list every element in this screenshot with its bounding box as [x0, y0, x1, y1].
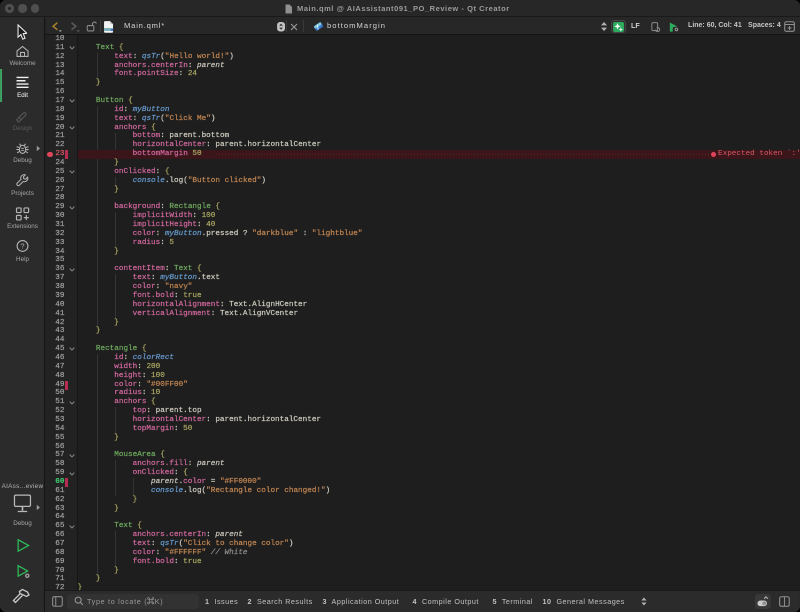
svg-text:?: ? [20, 242, 24, 251]
